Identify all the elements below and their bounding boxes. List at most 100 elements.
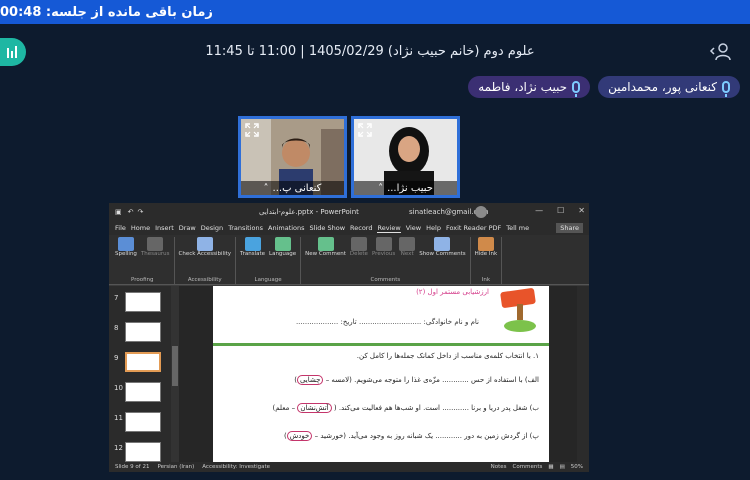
- ppt-titlebar: ▣ ↶ ↷ علوم-ابتدایی.pptx - PowerPoint sin…: [109, 203, 589, 221]
- stats-button[interactable]: [0, 38, 26, 66]
- thumbnail-scrollbar[interactable]: [171, 286, 179, 462]
- ribbon-button[interactable]: Next: [399, 237, 416, 258]
- ribbon-button[interactable]: Delete: [350, 237, 368, 258]
- menu-item[interactable]: Home: [131, 224, 150, 232]
- ribbon-button[interactable]: Check Accessibility: [179, 237, 231, 258]
- slide-thumbnail[interactable]: [125, 442, 161, 462]
- menu-item[interactable]: Review: [377, 224, 401, 233]
- slide-thumbnail[interactable]: [125, 292, 161, 312]
- participant-chip[interactable]: کنعانی پور، محمدامین: [598, 76, 740, 98]
- language-status[interactable]: Persian (Iran): [157, 464, 194, 470]
- ribbon-button-icon: [399, 237, 416, 251]
- ribbon-button-label: Thesaurus: [140, 251, 170, 257]
- ppt-menu-bar: File Home Insert Draw Design Transitions Anima…: [109, 221, 589, 235]
- comments-button[interactable]: Comments: [513, 464, 543, 470]
- menu-item[interactable]: Insert: [155, 224, 174, 232]
- ribbon-button[interactable]: Translate: [240, 237, 265, 258]
- ribbon-button[interactable]: Show Comments: [419, 237, 466, 258]
- ribbon-button-label: Next: [400, 251, 414, 257]
- participants-button[interactable]: [708, 42, 734, 62]
- ribbon-button-label: Previous: [371, 251, 396, 257]
- menu-item[interactable]: File: [115, 224, 126, 232]
- circled-answer: آتش‌نشان: [297, 403, 332, 413]
- menu-item[interactable]: Draw: [179, 224, 196, 232]
- slide-question: ب) شغل پدر دریا و برنا ............ است.…: [273, 403, 539, 413]
- slide-canvas: ارزشیابی مستمر اول (۲) نام و نام خانوادگ…: [213, 286, 549, 462]
- thumbnail-number: 10: [114, 384, 123, 392]
- ribbon-button-icon: [196, 237, 213, 251]
- slide-thumbnail[interactable]: [125, 382, 161, 402]
- normal-view-icon[interactable]: ▦: [548, 464, 553, 470]
- slide-scrollbar[interactable]: [577, 286, 589, 462]
- ribbon-button-icon: [117, 237, 134, 251]
- thumbnail-number: 12: [114, 444, 123, 452]
- ribbon-button-icon: [477, 237, 494, 251]
- ribbon-button[interactable]: Language: [269, 237, 296, 258]
- notes-button[interactable]: Notes: [491, 464, 507, 470]
- menu-item[interactable]: Record: [350, 224, 372, 232]
- participant-chip[interactable]: حبیب نژاد، فاطمه: [468, 76, 591, 98]
- undo-icon[interactable]: ↶: [128, 208, 134, 216]
- ribbon-button-label: Delete: [349, 251, 368, 257]
- user-chevron-icon: [709, 43, 731, 61]
- ribbon-group: Hide Ink Ink: [471, 237, 503, 284]
- ribbon-group-name: Accessibility: [187, 277, 222, 283]
- circled-answer: چشایی: [296, 375, 324, 385]
- chevron-up-icon: ˄: [378, 182, 384, 194]
- bar-chart-icon: [7, 46, 17, 58]
- slide-thumbnail[interactable]: [125, 322, 161, 342]
- slide-header: ارزشیابی مستمر اول (۲) نام و نام خانوادگ…: [213, 286, 549, 346]
- ribbon-button[interactable]: Hide Ink: [474, 237, 498, 258]
- thumbnail-number: 7: [114, 294, 119, 302]
- redo-icon[interactable]: ↷: [138, 208, 144, 216]
- ribbon-group-name: Comments: [370, 277, 401, 283]
- close-icon[interactable]: ✕: [578, 206, 585, 215]
- menu-item[interactable]: Slide Show: [310, 224, 345, 232]
- ribbon-button[interactable]: New Comment: [305, 237, 346, 258]
- share-button[interactable]: Share: [556, 223, 583, 233]
- minimize-icon[interactable]: —: [535, 206, 543, 215]
- zoom-level[interactable]: 50%: [571, 464, 583, 470]
- menu-item[interactable]: Design: [201, 224, 223, 232]
- slide-question: پ) از گردش زمین به دور ............ یک ش…: [284, 431, 539, 441]
- microphone-icon: [572, 81, 581, 97]
- menu-item[interactable]: Help: [426, 224, 441, 232]
- menu-item[interactable]: Tell me: [506, 224, 529, 232]
- ribbon-button[interactable]: Thesaurus: [141, 237, 170, 258]
- thumbnail-number: 8: [114, 324, 119, 332]
- question-text: ب) شغل پدر دریا و برنا ............ است.…: [333, 404, 539, 412]
- ribbon-button-icon: [147, 237, 164, 251]
- video-tile[interactable]: کنعانی پ... ˄: [238, 116, 347, 198]
- shared-screen: ▣ ↶ ↷ علوم-ابتدایی.pptx - PowerPoint sin…: [109, 203, 589, 472]
- menu-item[interactable]: Foxit Reader PDF: [446, 224, 501, 232]
- video-tile[interactable]: حبیب نژا... ˄: [351, 116, 460, 198]
- ribbon-group-name: Language: [254, 277, 282, 283]
- sorter-view-icon[interactable]: ▤: [560, 464, 565, 470]
- participant-chips: حبیب نژاد، فاطمه کنعانی پور، محمدامین: [468, 76, 740, 98]
- timer-value: 00:48: [0, 4, 42, 20]
- document-name: علوم-ابتدایی.pptx - PowerPoint: [259, 208, 359, 216]
- ribbon-button[interactable]: Previous: [372, 237, 395, 258]
- session-title: علوم دوم (خانم حبیب نژاد) 1405/02/29 | 1…: [205, 44, 535, 59]
- avatar[interactable]: [475, 206, 487, 218]
- ribbon-button-label: Hide Ink: [474, 251, 498, 257]
- menu-item[interactable]: View: [406, 224, 421, 232]
- menu-item[interactable]: Transitions: [228, 224, 263, 232]
- slide-thumbnail[interactable]: [125, 412, 161, 432]
- microphone-icon: [722, 81, 730, 97]
- participant-name: حبیب نژاد، فاطمه: [478, 80, 568, 94]
- menu-item[interactable]: Animations: [268, 224, 305, 232]
- maximize-icon[interactable]: ☐: [557, 206, 564, 215]
- ribbon-button-icon: [244, 237, 261, 251]
- expand-icon[interactable]: [358, 123, 372, 137]
- accessibility-status[interactable]: Accessibility: Investigate: [202, 464, 270, 470]
- ppt-statusbar: Slide 9 of 21 Persian (Iran) Accessibili…: [109, 462, 589, 472]
- video-name: کنعانی پ...: [272, 182, 322, 194]
- save-icon[interactable]: ▣: [115, 208, 122, 216]
- ribbon-group: Translate Language Language: [236, 237, 302, 284]
- slide-thumbnail[interactable]: [125, 352, 161, 372]
- ribbon-button[interactable]: Spelling: [115, 237, 137, 258]
- ribbon-button-icon: [434, 237, 451, 251]
- expand-icon[interactable]: [245, 123, 259, 137]
- ribbon-button-icon: [317, 237, 334, 251]
